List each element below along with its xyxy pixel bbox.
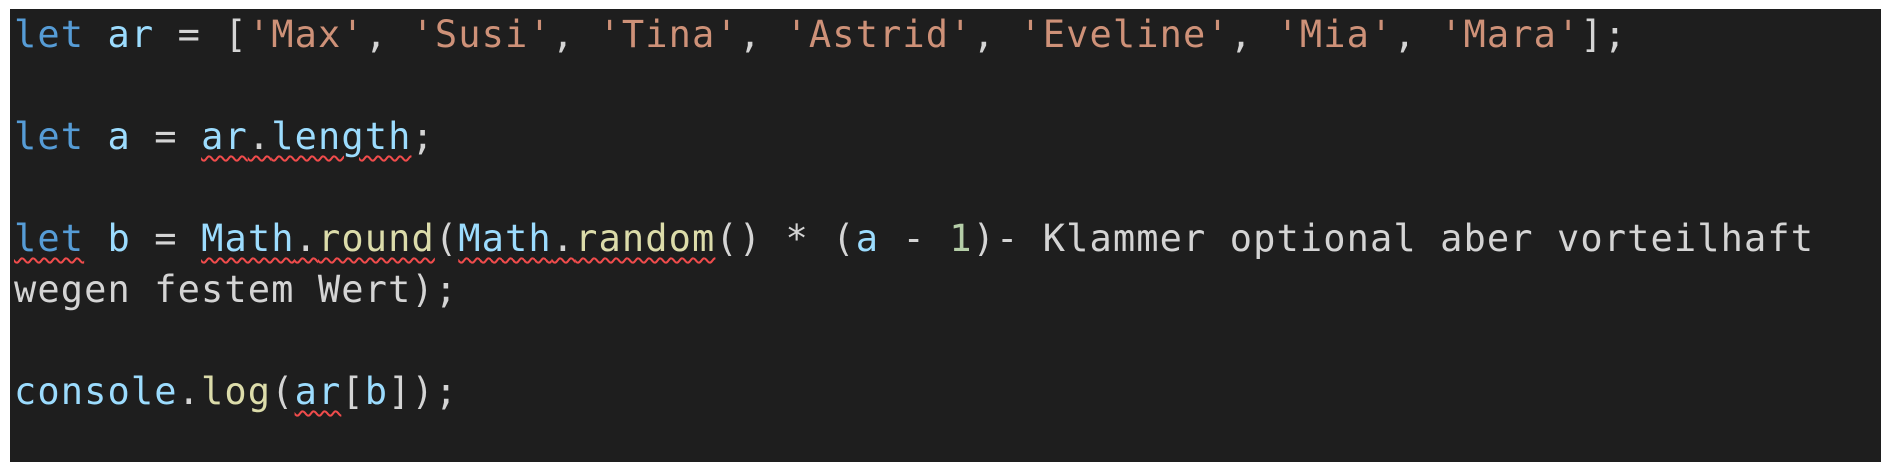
identifier-token: console: [14, 370, 178, 413]
code-text: = [: [154, 13, 248, 56]
code-text: ,: [972, 13, 1020, 56]
code-text: )- Klammer optional aber vorteilhaft: [972, 217, 1815, 260]
function-name: random: [575, 217, 716, 260]
code-text: (: [271, 370, 295, 413]
code-text: (: [434, 217, 459, 260]
identifier-token: ar: [294, 370, 342, 413]
code-line[interactable]: console.log(ar[b]);: [14, 366, 1814, 417]
code-text: ,: [738, 13, 786, 56]
code-text: ,: [364, 13, 412, 56]
code-text: () * (: [715, 217, 856, 260]
code-text: ];: [1580, 13, 1628, 56]
code-text: =: [130, 115, 202, 158]
number-literal: 1: [949, 217, 973, 260]
identifier-token: b: [364, 370, 389, 413]
keyword-token: let: [14, 217, 85, 260]
string-literal: 'Susi': [411, 13, 552, 56]
identifier-token: b: [107, 217, 131, 260]
identifier-token: ar: [201, 115, 248, 158]
keyword-token: let: [14, 115, 85, 158]
identifier-token: a: [107, 115, 131, 158]
code-line[interactable]: [14, 315, 1814, 366]
code-text: ,: [1393, 13, 1441, 56]
code-line[interactable]: let a = ar.length;: [14, 111, 1814, 162]
function-name: log: [201, 370, 272, 413]
identifier-token: Math: [201, 217, 295, 260]
code-line[interactable]: [14, 162, 1814, 213]
code-text: ,: [1229, 13, 1277, 56]
code-line[interactable]: [14, 60, 1814, 111]
string-literal: 'Mara': [1440, 13, 1581, 56]
code-line[interactable]: let ar = ['Max', 'Susi', 'Tina', 'Astrid…: [14, 9, 1814, 60]
keyword-token: let: [14, 13, 85, 56]
identifier-token: Math: [458, 217, 552, 260]
code-text: -: [879, 217, 950, 260]
function-name: round: [317, 217, 435, 260]
code-editor[interactable]: let ar = ['Max', 'Susi', 'Tina', 'Astrid…: [10, 9, 1881, 462]
code-line[interactable]: wegen festem Wert);: [14, 264, 1814, 315]
identifier-token: ar: [107, 13, 155, 56]
code-area[interactable]: let ar = ['Max', 'Susi', 'Tina', 'Astrid…: [14, 9, 1814, 417]
code-text: =: [130, 217, 202, 260]
code-text: .: [247, 115, 272, 158]
code-text: wegen festem Wert);: [14, 268, 459, 311]
string-literal: 'Mia': [1276, 13, 1394, 56]
code-text: ;: [411, 115, 435, 158]
string-literal: 'Max': [247, 13, 365, 56]
code-text: [: [341, 370, 365, 413]
code-text: ]);: [388, 370, 459, 413]
identifier-token: a: [855, 217, 880, 260]
string-literal: 'Astrid': [785, 13, 973, 56]
identifier-token: length: [271, 115, 412, 158]
code-text: ,: [551, 13, 599, 56]
code-text: .: [551, 217, 576, 260]
code-text: .: [294, 217, 318, 260]
code-line[interactable]: let b = Math.round(Math.random() * (a - …: [14, 213, 1814, 264]
string-literal: 'Eveline': [1019, 13, 1230, 56]
code-text: .: [177, 370, 202, 413]
string-literal: 'Tina': [598, 13, 739, 56]
